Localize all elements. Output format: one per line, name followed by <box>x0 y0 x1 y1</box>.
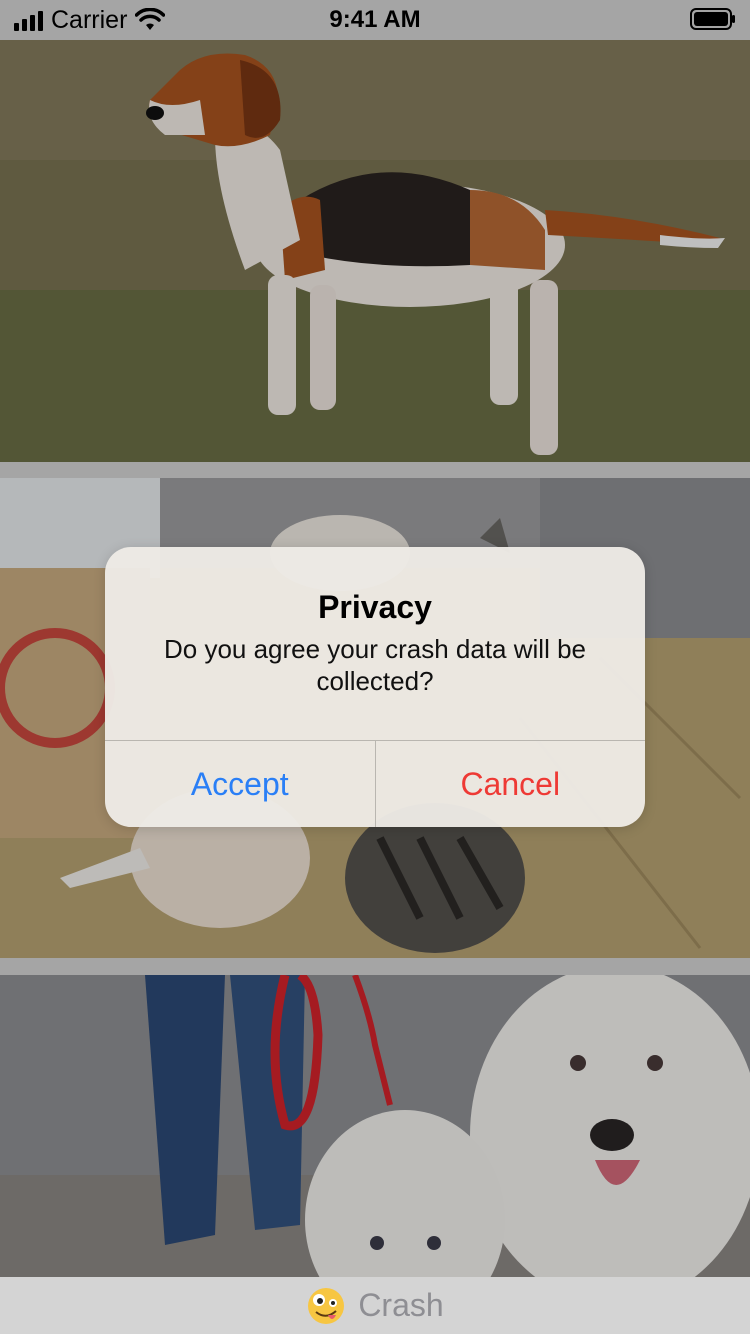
privacy-alert-dialog: Privacy Do you agree your crash data wil… <box>105 547 645 827</box>
app-screen: Carrier 9:41 AM Privacy Do you agree you… <box>0 0 750 1334</box>
alert-message: Do you agree your crash data will be col… <box>163 634 586 696</box>
accept-button[interactable]: Accept <box>105 741 375 827</box>
alert-title: Privacy <box>318 589 432 625</box>
alert-actions: Accept Cancel <box>105 740 645 827</box>
cancel-button[interactable]: Cancel <box>374 741 646 827</box>
bottom-bar: Crash <box>0 1277 750 1334</box>
zany-face-emoji-icon <box>308 1287 345 1324</box>
crash-button-label[interactable]: Crash <box>358 1287 443 1324</box>
